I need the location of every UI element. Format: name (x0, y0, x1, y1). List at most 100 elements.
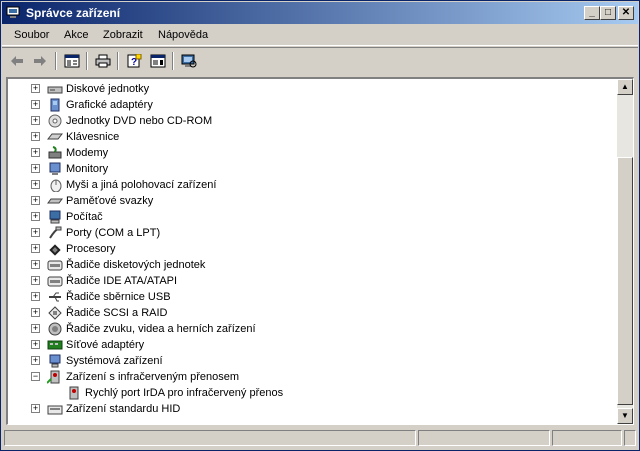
computer-management-icon (6, 6, 20, 18)
tree-item[interactable]: + Řadiče sběrnice USB (8, 289, 615, 305)
expander-plus-icon[interactable]: + (31, 164, 40, 173)
keyboard-icon (47, 133, 63, 140)
status-bar (2, 428, 638, 448)
tree-item-label: Diskové jednotky (66, 83, 150, 95)
help-icon[interactable] (148, 52, 168, 70)
device-manager-window: Správce zařízení _ □ ✕ Soubor Akce Zobra… (0, 0, 640, 451)
scroll-up-button[interactable]: ▲ (617, 79, 633, 95)
scroll-down-button[interactable]: ▼ (617, 408, 633, 424)
tree-item-label: Řadiče sběrnice USB (66, 291, 171, 303)
tree-item[interactable]: + Grafické adaptéry (8, 97, 615, 113)
toolbar-separator (117, 52, 119, 70)
expander-plus-icon[interactable]: + (31, 148, 40, 157)
tree-item-label: Porty (COM a LPT) (66, 227, 161, 239)
scsi-icon (48, 306, 62, 320)
expander-plus-icon[interactable]: + (31, 116, 40, 125)
tree-item-label: Počítač (66, 211, 103, 223)
tree-item[interactable]: + Jednotky DVD nebo CD-ROM (8, 113, 615, 129)
tree-item[interactable]: + Síťové adaptéry (8, 337, 615, 353)
disk-drive-icon (47, 86, 63, 94)
device-tree[interactable]: + Diskové jednotky + Grafické adaptéry + Jedn… (6, 77, 634, 425)
tree-item[interactable]: + Řadiče zvuku, videa a herních zařízení (8, 321, 615, 337)
expander-plus-icon[interactable]: + (31, 356, 40, 365)
toolbar-separator (86, 52, 88, 70)
tree-item-label: Systémová zařízení (66, 355, 163, 367)
tree-item[interactable]: + Monitory (8, 161, 615, 177)
minimize-button[interactable]: _ (584, 6, 600, 20)
display-adapter-icon (50, 98, 60, 112)
expander-plus-icon[interactable]: + (31, 228, 40, 237)
mouse-icon (50, 179, 62, 192)
vertical-scrollbar[interactable]: ▲ ▼ (617, 79, 633, 424)
expander-plus-icon[interactable]: + (31, 244, 40, 253)
expander-plus-icon[interactable]: + (31, 292, 40, 301)
expander-minus-icon[interactable]: − (31, 372, 40, 381)
expander-plus-icon[interactable]: + (31, 132, 40, 141)
tree-item-label: Řadiče zvuku, videa a herních zařízení (66, 323, 256, 335)
expander-plus-icon[interactable]: + (31, 260, 40, 269)
tree-item-label: Klávesnice (66, 131, 120, 143)
toolbar-separator (172, 52, 174, 70)
tree-item[interactable]: + Řadiče SCSI a RAID (8, 305, 615, 321)
expander-plus-icon[interactable]: + (31, 324, 40, 333)
close-button[interactable]: ✕ (618, 6, 634, 20)
monitor-icon (49, 162, 61, 175)
tree-item[interactable]: + Myši a jiná polohovací zařízení (8, 177, 615, 193)
tree-item-label: Monitory (66, 163, 109, 175)
title-bar[interactable]: Správce zařízení _ □ ✕ (2, 2, 638, 24)
menu-zobrazit[interactable]: Zobrazit (103, 29, 143, 41)
expander-plus-icon[interactable]: + (31, 84, 40, 93)
tree-item[interactable]: + Řadiče disketových jednotek (8, 257, 615, 273)
status-pane-3 (552, 430, 622, 446)
computer-icon (49, 210, 61, 224)
scroll-thumb[interactable] (617, 157, 633, 405)
tree-item[interactable]: + Systémová zařízení (8, 353, 615, 369)
menu-akce[interactable]: Akce (64, 29, 88, 41)
expander-plus-icon[interactable]: + (31, 276, 40, 285)
tree-item-label: Síťové adaptéry (66, 339, 145, 351)
show-hide-console-tree-icon[interactable] (62, 52, 82, 70)
floppy-controller-icon (47, 260, 63, 271)
hid-icon (47, 405, 63, 415)
tree-item[interactable]: Rychlý port IrDA pro infračervený přenos (8, 385, 615, 401)
tree-item[interactable]: + Zařízení standardu HID (8, 401, 615, 417)
tree-item[interactable]: + Diskové jednotky (8, 81, 615, 97)
expander-plus-icon[interactable]: + (31, 212, 40, 221)
tree-item[interactable]: + Paměťové svazky (8, 193, 615, 209)
expander-plus-icon[interactable]: + (31, 308, 40, 317)
tree-item[interactable]: − Zařízení s infračerveným přenosem (8, 369, 615, 385)
menu-bar: Soubor Akce Zobrazit Nápověda (2, 25, 638, 46)
tree-item-label: Jednotky DVD nebo CD-ROM (66, 115, 213, 127)
tree-item-label: Grafické adaptéry (66, 99, 153, 111)
tree-item-label: Paměťové svazky (66, 195, 154, 207)
expander-plus-icon[interactable]: + (31, 340, 40, 349)
print-icon[interactable] (93, 52, 113, 70)
status-pane-grip[interactable] (624, 430, 636, 446)
tree-item[interactable]: + Porty (COM a LPT) (8, 225, 615, 241)
tree-item[interactable]: + Počítač (8, 209, 615, 225)
expander-plus-icon[interactable]: + (31, 180, 40, 189)
expander-plus-icon[interactable]: + (31, 196, 40, 205)
ide-controller-icon (47, 276, 63, 287)
tree-item-label: Procesory (66, 243, 116, 255)
menu-soubor[interactable]: Soubor (14, 29, 49, 41)
maximize-button[interactable]: □ (600, 6, 616, 20)
tree-item[interactable]: + Modemy (8, 145, 615, 161)
menu-napoveda[interactable]: Nápověda (158, 29, 208, 41)
port-icon (49, 226, 62, 239)
back-arrow-icon[interactable] (7, 52, 27, 70)
expander-plus-icon[interactable]: + (31, 404, 40, 413)
tree-item-label: Modemy (66, 147, 109, 159)
scan-hardware-icon[interactable] (179, 52, 199, 70)
tree-item[interactable]: + Procesory (8, 241, 615, 257)
sound-icon (48, 322, 62, 336)
tree-item-label: Myši a jiná polohovací zařízení (66, 179, 217, 191)
expander-plus-icon[interactable]: + (31, 100, 40, 109)
toolbar: ? (2, 47, 638, 74)
status-pane-2 (418, 430, 550, 446)
forward-arrow-icon[interactable] (30, 52, 50, 70)
infrared-icon (47, 370, 60, 384)
properties-icon[interactable]: ? (124, 52, 144, 70)
tree-item[interactable]: + Řadiče IDE ATA/ATAPI (8, 273, 615, 289)
tree-item[interactable]: + Klávesnice (8, 129, 615, 145)
